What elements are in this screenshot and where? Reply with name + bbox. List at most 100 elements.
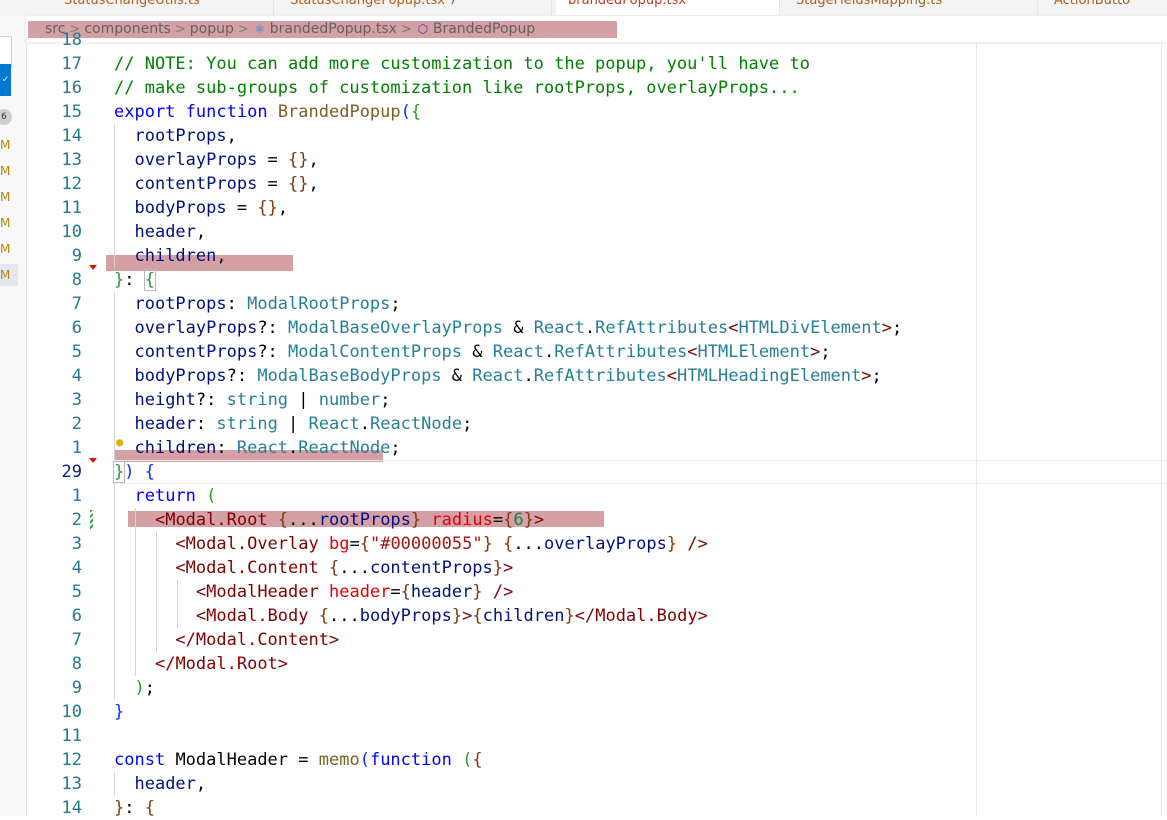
- code-line: 14 rootProps,: [26, 124, 1167, 148]
- code-line: 17 // NOTE: You can add more customizati…: [26, 52, 1167, 76]
- property: bodyProps: [134, 366, 227, 386]
- property: contentProps: [134, 342, 258, 362]
- param: header: [134, 774, 196, 794]
- code-line: 14 }: {: [26, 796, 1167, 820]
- type-name: ModalContentProps: [288, 342, 463, 362]
- code-line: 10 }: [26, 700, 1167, 724]
- code-line: 12 contentProps = {},: [26, 172, 1167, 196]
- line-number: 11: [61, 198, 82, 218]
- jsx-tag: Modal.Overlay: [185, 534, 319, 554]
- type-name: string: [216, 414, 278, 434]
- type-name: string: [226, 390, 289, 410]
- tab-label: StageFieldsMapping.ts: [796, 0, 943, 8]
- line-number: 1: [71, 438, 82, 458]
- code-line: 8 </Modal.Root>: [26, 652, 1167, 676]
- line-number: 14: [61, 126, 82, 146]
- jsx-expression: children: [482, 606, 565, 626]
- diff-modified-indicator[interactable]: [90, 510, 93, 530]
- tab-status-change-popup[interactable]: StatusChangePopup.tsx 7: [278, 0, 552, 15]
- code-line: 7 rootProps: ModalRootProps;: [26, 292, 1167, 316]
- type-name: React: [492, 342, 544, 362]
- code-line: 16 // make sub-groups of customization l…: [26, 76, 1167, 100]
- code-line: 1 return (: [26, 484, 1167, 508]
- modified-marker[interactable]: M: [0, 212, 18, 234]
- property: rootProps: [134, 294, 227, 314]
- line-number: 15: [61, 102, 82, 122]
- current-code-line: 29 }) {: [26, 458, 1167, 484]
- line-number: 5: [71, 582, 82, 602]
- keyword: export: [114, 102, 176, 122]
- param: contentProps: [134, 174, 258, 194]
- jsx-tag: Modal.Content: [185, 558, 319, 578]
- jsx-tag: Modal.Content: [195, 630, 329, 650]
- modified-marker[interactable]: M: [0, 238, 18, 260]
- code-line: 12 const ModalHeader = memo(function ({: [26, 748, 1167, 772]
- line-number: 4: [71, 558, 82, 578]
- code-line: 4 bodyProps?: ModalBaseBodyProps & React…: [26, 364, 1167, 388]
- type-name: HTMLElement: [697, 342, 811, 362]
- line-number: 12: [61, 750, 82, 770]
- comment-text: // NOTE: You can add more customization …: [114, 54, 810, 74]
- modified-marker[interactable]: M: [0, 160, 18, 182]
- jsx-spread: overlayProps: [544, 534, 667, 554]
- line-number: 7: [71, 630, 82, 650]
- param: rootProps: [134, 126, 227, 146]
- tab-action-button[interactable]: ActionButto: [1042, 0, 1167, 15]
- line-number: 8: [71, 654, 82, 674]
- type-name: RefAttributes: [533, 366, 667, 386]
- code-line: 18: [26, 28, 1167, 52]
- tab-stage-fields-mapping[interactable]: StageFieldsMapping.ts: [784, 0, 1038, 15]
- jsx-attribute: radius: [431, 510, 493, 530]
- line-number: 11: [61, 726, 82, 746]
- line-number: 9: [71, 246, 82, 266]
- tab-label: brandedPopup.tsx: [568, 0, 687, 8]
- jsx-tag: ModalHeader: [206, 582, 319, 602]
- line-number: 7: [71, 294, 82, 314]
- type-name: ModalRootProps: [247, 294, 391, 314]
- property: overlayProps: [134, 318, 258, 338]
- type-name: ModalBaseOverlayProps: [288, 318, 503, 338]
- code-line: 8 }: {: [26, 265, 1167, 292]
- source-control-icon[interactable]: ✓: [0, 64, 11, 96]
- tab-branded-popup[interactable]: brandedPopup.tsx: [556, 0, 780, 15]
- line-number: 2: [71, 510, 82, 530]
- code-line: 13 overlayProps = {},: [26, 148, 1167, 172]
- line-number: 12: [61, 174, 82, 194]
- code-line: 2 <Modal.Root {...rootProps} radius={6}>: [26, 508, 1167, 532]
- type-name: React: [472, 366, 524, 386]
- code-line: 11 bodyProps = {},: [26, 196, 1167, 220]
- code-line: 3 height?: string | number;: [26, 388, 1167, 412]
- tab-status-change-utils[interactable]: StatusChangeUtils.ts: [52, 0, 274, 15]
- line-number: 16: [61, 78, 82, 98]
- code-line: 13 header,: [26, 772, 1167, 796]
- modified-marker-selected[interactable]: M: [0, 264, 18, 286]
- jsx-spread: bodyProps: [359, 606, 452, 626]
- modified-marker[interactable]: M: [0, 134, 18, 156]
- code-line: 3 <Modal.Overlay bg={"#00000055"} {...ov…: [26, 532, 1167, 556]
- fold-arrow-icon[interactable]: [89, 265, 97, 270]
- code-line: 6 <Modal.Body {...bodyProps}>{children}<…: [26, 604, 1167, 628]
- code-line: 7 </Modal.Content>: [26, 628, 1167, 652]
- line-number: 18: [61, 30, 82, 50]
- function-name: memo: [318, 750, 360, 770]
- jsx-attribute: header: [328, 582, 391, 602]
- property: children: [134, 438, 217, 458]
- modified-marker[interactable]: M: [0, 186, 18, 208]
- fold-arrow-icon[interactable]: [89, 458, 97, 463]
- keyword: function: [185, 102, 268, 122]
- type-name: React: [308, 414, 360, 434]
- line-number: 10: [61, 222, 82, 242]
- code-line: 6 overlayProps?: ModalBaseOverlayProps &…: [26, 316, 1167, 340]
- property: height: [134, 390, 196, 410]
- jsx-tag: Modal.Root: [175, 654, 278, 674]
- type-name: HTMLDivElement: [738, 318, 882, 338]
- code-line: 9 );: [26, 676, 1167, 700]
- jsx-expression: header: [410, 582, 473, 602]
- line-number: 3: [71, 390, 82, 410]
- code-line: 1 ● children: React.ReactNode;: [26, 435, 1167, 462]
- code-line: 4 <Modal.Content {...contentProps}>: [26, 556, 1167, 580]
- code-editor[interactable]: 18 17 // NOTE: You can add more customiz…: [26, 30, 1167, 818]
- string-literal: "#00000055": [369, 534, 483, 554]
- param: header: [134, 222, 196, 242]
- param: bodyProps: [134, 198, 227, 218]
